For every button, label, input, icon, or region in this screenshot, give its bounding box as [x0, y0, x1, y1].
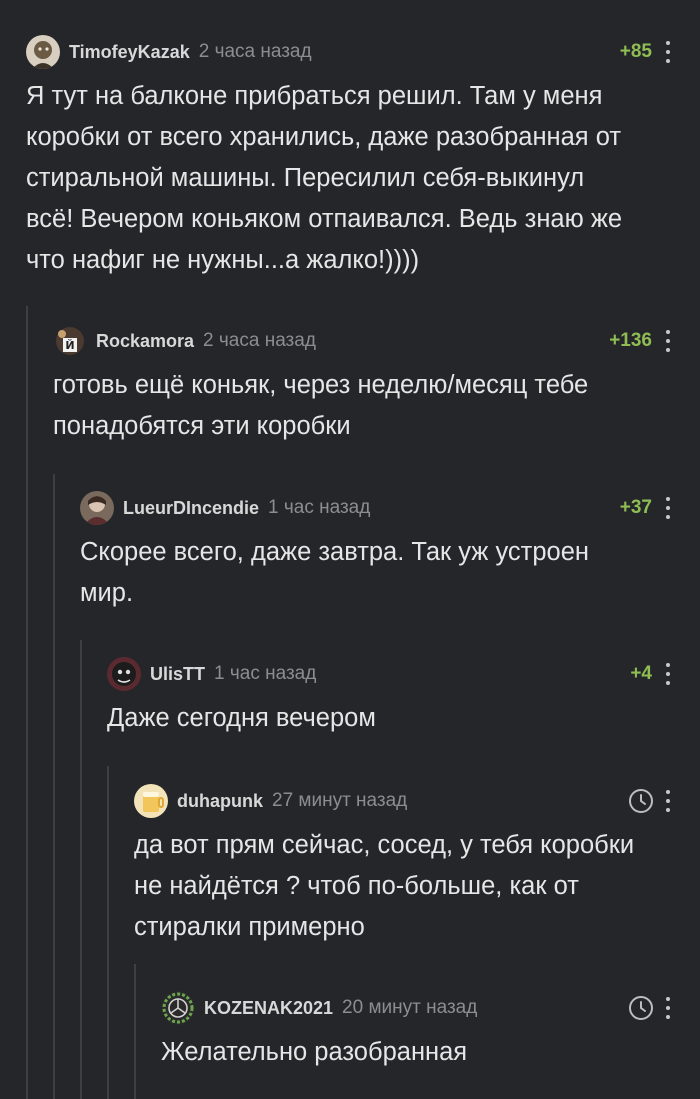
- thread-line[interactable]: [107, 766, 109, 1099]
- comment-header: KOZENAK2021 20 минут назад: [161, 990, 672, 1026]
- comment: duhapunk 27 минут назад да вот прям сейч…: [134, 783, 672, 948]
- username[interactable]: Rockamora: [96, 331, 194, 352]
- comment: UlisTT 1 час назад +4 Даже сегодня вечер…: [107, 656, 672, 739]
- rating: +85: [619, 41, 652, 62]
- comment-actions: [628, 783, 672, 819]
- avatar[interactable]: [26, 35, 60, 69]
- clock-icon[interactable]: [628, 788, 654, 814]
- rating: +37: [619, 497, 652, 518]
- timestamp[interactable]: 2 часа назад: [203, 330, 316, 352]
- username[interactable]: duhapunk: [177, 791, 263, 812]
- more-options-icon[interactable]: [664, 497, 672, 519]
- thread-line[interactable]: [80, 640, 82, 1099]
- more-options-icon[interactable]: [664, 790, 672, 812]
- more-options-icon[interactable]: [664, 41, 672, 63]
- comment-text: Даже сегодня вечером: [107, 704, 376, 732]
- comment-header: Й Rockamora 2 часа назад +136: [53, 323, 672, 359]
- clock-icon[interactable]: [628, 995, 654, 1021]
- username[interactable]: TimofeyKazak: [69, 42, 190, 63]
- rating: +136: [609, 330, 652, 351]
- more-options-icon[interactable]: [664, 663, 672, 685]
- comment-actions: +136: [609, 323, 672, 359]
- timestamp[interactable]: 2 часа назад: [199, 41, 312, 63]
- avatar[interactable]: [134, 784, 168, 818]
- comment-header: UlisTT 1 час назад +4: [107, 656, 672, 692]
- username[interactable]: KOZENAK2021: [204, 998, 333, 1019]
- timestamp[interactable]: 20 минут назад: [342, 997, 477, 1019]
- comment-text: готовь ещё коньяк, через неделю/месяц те…: [53, 371, 589, 440]
- avatar[interactable]: Й: [53, 324, 87, 358]
- svg-text:Й: Й: [65, 339, 74, 352]
- avatar[interactable]: [161, 991, 195, 1025]
- comment-header: TimofeyKazak 2 часа назад +85: [26, 34, 672, 70]
- comment-header: LueurDIncendie 1 час назад +37: [80, 490, 672, 526]
- comment-text: Желательно разобранная: [161, 1038, 468, 1066]
- username[interactable]: UlisTT: [150, 664, 205, 685]
- timestamp[interactable]: 1 час назад: [268, 497, 370, 519]
- comment: Й Rockamora 2 часа назад +136 готовь ещё…: [53, 323, 672, 447]
- avatar[interactable]: [107, 657, 141, 691]
- timestamp[interactable]: 1 час назад: [214, 663, 316, 685]
- comment-actions: +85: [620, 34, 672, 70]
- comment-header: duhapunk 27 минут назад: [134, 783, 672, 819]
- avatar[interactable]: [80, 491, 114, 525]
- comment-text: Скорее всего, даже завтра. Так уж устрое…: [80, 538, 589, 607]
- comment-actions: +37: [620, 490, 672, 526]
- more-options-icon[interactable]: [664, 997, 672, 1019]
- rating: +4: [630, 663, 652, 684]
- thread-line[interactable]: [26, 306, 28, 1099]
- thread-line[interactable]: [53, 474, 55, 1099]
- comment-text: да вот прям сейчас, сосед, у тебя коробк…: [134, 831, 635, 941]
- more-options-icon[interactable]: [664, 330, 672, 352]
- comment: LueurDIncendie 1 час назад +37 Скорее вс…: [80, 490, 672, 614]
- comment: TimofeyKazak 2 часа назад +85 Я тут на б…: [26, 34, 672, 281]
- thread-line[interactable]: [134, 964, 136, 1099]
- username[interactable]: LueurDIncendie: [123, 498, 259, 519]
- comment-actions: +4: [630, 656, 672, 692]
- comment-actions: [628, 990, 672, 1026]
- comment-text: Я тут на балконе прибраться решил. Там у…: [26, 82, 623, 274]
- timestamp[interactable]: 27 минут назад: [272, 790, 407, 812]
- comment: KOZENAK2021 20 минут назад Желательно ра…: [161, 990, 672, 1073]
